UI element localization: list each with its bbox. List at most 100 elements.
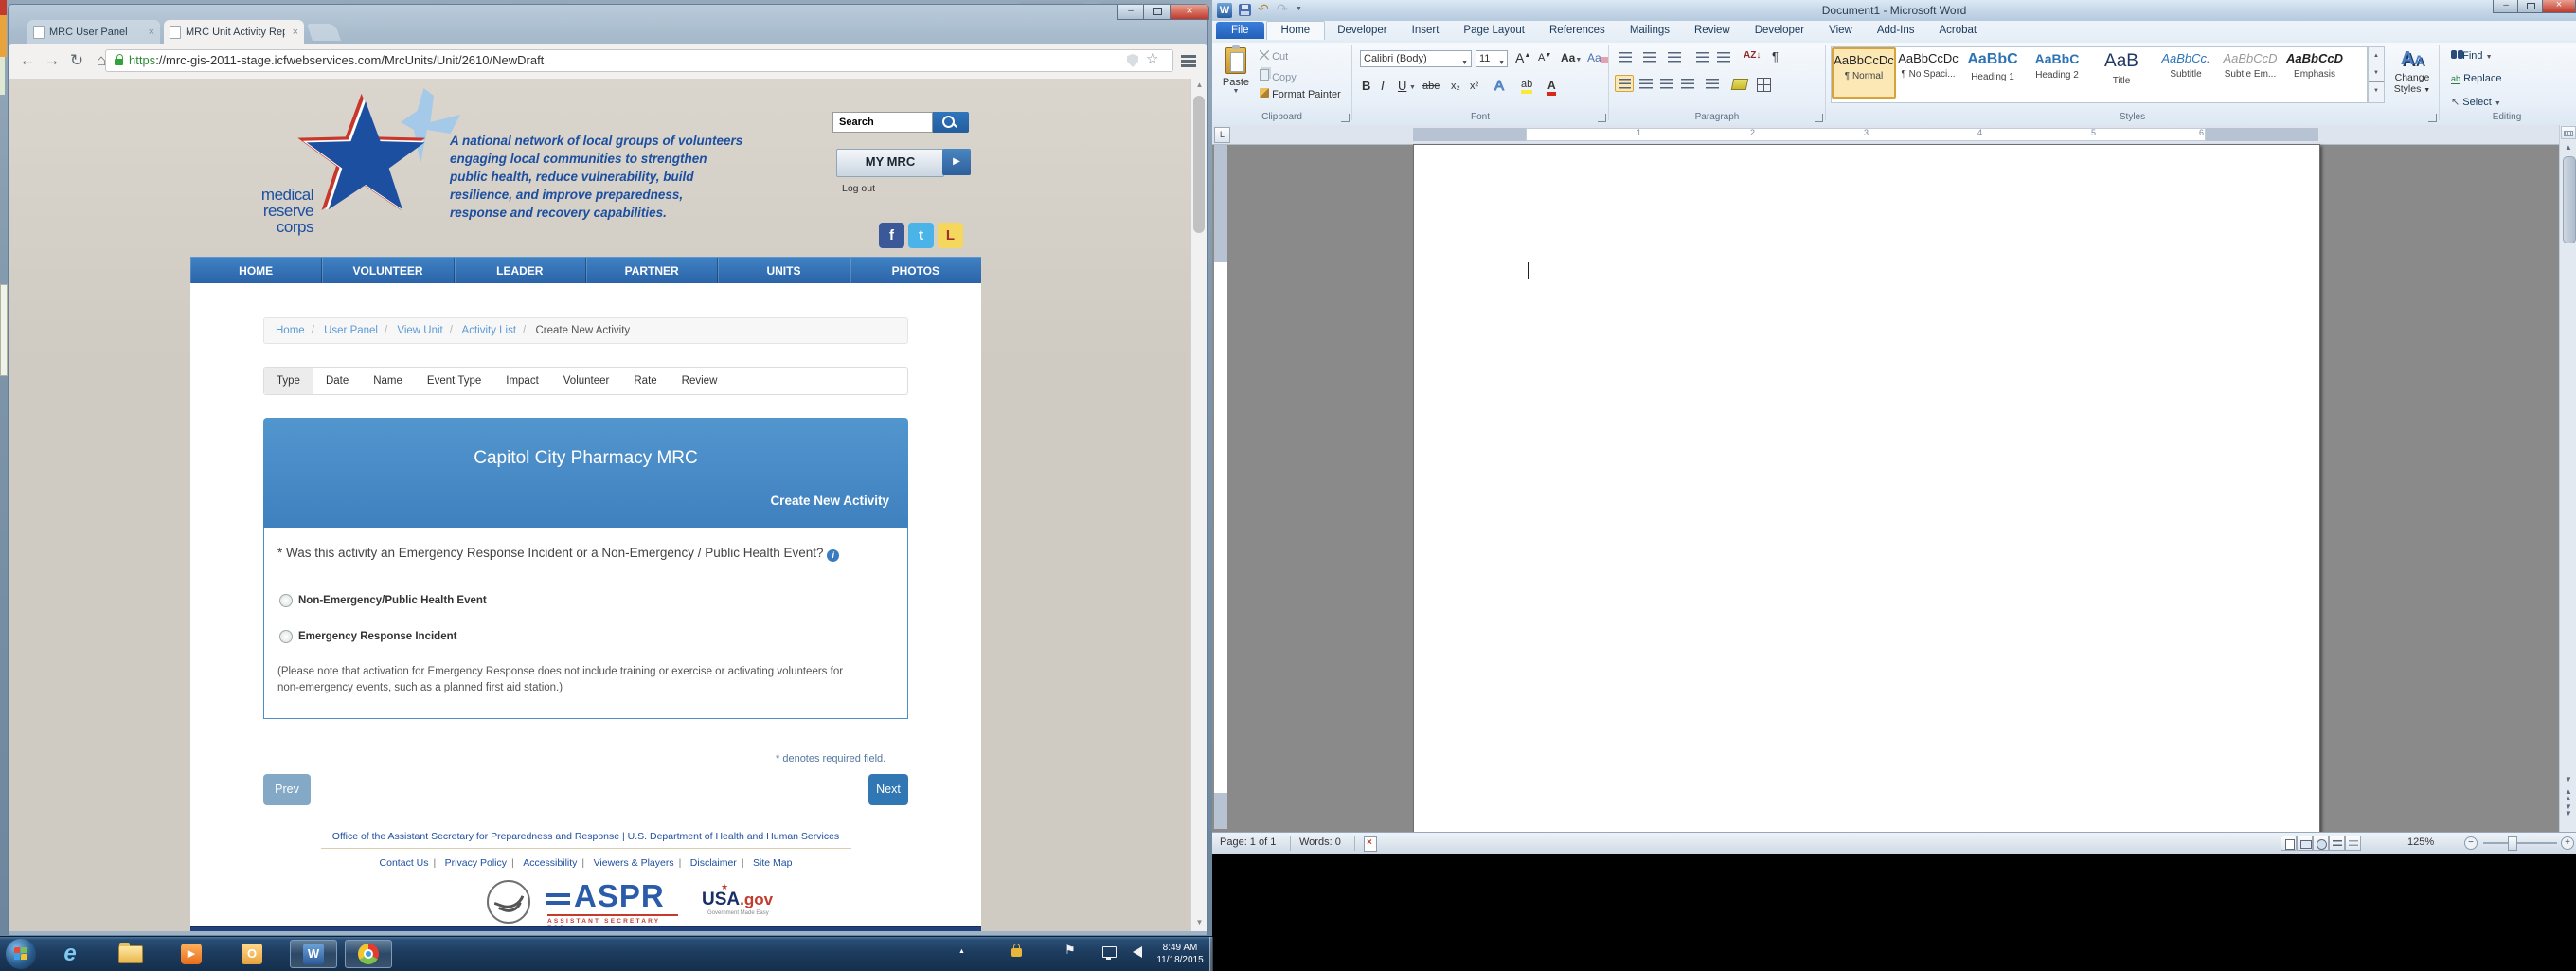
step-tab-rate[interactable]: Rate	[621, 368, 669, 394]
ribbon-tab-home[interactable]: Home	[1265, 21, 1326, 40]
view-draft-button[interactable]	[2345, 836, 2361, 851]
next-page-button[interactable]: ▼ ▼	[2561, 803, 2576, 818]
clipboard-dialog-launcher[interactable]	[1341, 114, 1350, 122]
ruler-left-margin[interactable]	[1413, 128, 1526, 141]
tray-network-icon[interactable]	[1102, 946, 1117, 960]
scroll-down-arrow[interactable]: ▼	[2561, 773, 2576, 786]
nav-item-home[interactable]: HOME	[190, 258, 323, 284]
ribbon-tab-developer-1[interactable]: Developer	[1325, 21, 1399, 40]
horizontal-ruler[interactable]: L 1 2 3 4 5 6	[1212, 125, 2576, 145]
logout-link[interactable]: Log out	[842, 183, 875, 194]
start-button[interactable]	[6, 939, 36, 969]
breadcrumb-view-unit[interactable]: View Unit	[397, 325, 442, 336]
ribbon-tab-view[interactable]: View	[1816, 21, 1865, 40]
gallery-down-icon[interactable]: ▼	[2369, 64, 2384, 81]
ribbon-tab-developer-2[interactable]: Developer	[1743, 21, 1816, 40]
facebook-icon[interactable]: f	[879, 223, 904, 248]
align-right-icon[interactable]	[1660, 79, 1673, 90]
multilevel-list-icon[interactable]	[1668, 52, 1681, 63]
chrome-menu-button[interactable]	[1181, 55, 1196, 58]
usagov-logo[interactable]: ★ USA.gov Government Made Easy	[702, 882, 796, 916]
replace-button[interactable]: ab Replace	[2451, 73, 2501, 84]
underline-caret-icon[interactable]: ▼	[1409, 84, 1416, 91]
style-no-spacing[interactable]: AaBbCcDc ¶ No Spaci...	[1896, 47, 1960, 99]
prev-button[interactable]: Prev	[263, 774, 311, 805]
tray-volume-icon[interactable]	[1133, 946, 1142, 958]
window-minimize-button[interactable]: –	[1117, 5, 1145, 20]
back-button[interactable]: ←	[16, 49, 39, 72]
font-name-combobox[interactable]: Calibri (Body) ▼	[1360, 50, 1472, 67]
footer-link-sitemap[interactable]: Site Map	[753, 857, 792, 869]
ribbon-tab-file[interactable]: File	[1216, 22, 1264, 39]
zoom-slider-thumb[interactable]	[2508, 836, 2517, 851]
text-effects-button[interactable]: A	[1494, 78, 1504, 95]
word-maximize-button[interactable]	[2517, 0, 2544, 13]
style-emphasis[interactable]: AaBbCcD Emphasis	[2282, 47, 2347, 99]
taskbar-outlook-icon[interactable]: O	[231, 940, 273, 968]
browser-tab-inactive[interactable]: MRC User Panel ×	[27, 20, 160, 44]
ribbon-tab-mailings[interactable]: Mailings	[1618, 21, 1682, 40]
page-count[interactable]: Page: 1 of 1	[1220, 836, 1276, 848]
scroll-up-arrow[interactable]: ▲	[1191, 81, 1208, 89]
document-scrollbar[interactable]: ▲ ▼ ▲ ▲ ▼ ▼	[2559, 125, 2576, 832]
window-close-button[interactable]: ×	[1170, 5, 1209, 20]
font-dialog-launcher[interactable]	[1598, 114, 1606, 122]
show-paragraph-marks-icon[interactable]: ¶	[1772, 49, 1779, 63]
styles-gallery-scroll[interactable]: ▲ ▼ ▼	[2368, 46, 2385, 103]
shield-icon[interactable]	[1127, 54, 1138, 67]
change-case-button[interactable]: Aa▼	[1561, 51, 1582, 64]
taskbar-ie-icon[interactable]: e	[49, 940, 91, 968]
ribbon-tab-acrobat[interactable]: Acrobat	[1927, 21, 1990, 40]
grow-font-button[interactable]: A▲	[1515, 50, 1530, 65]
breadcrumb-user-panel[interactable]: User Panel	[324, 325, 378, 336]
step-tab-type[interactable]: Type	[264, 368, 313, 394]
ribbon-tab-insert[interactable]: Insert	[1400, 21, 1452, 40]
ribbon-tab-addins[interactable]: Add-Ins	[1865, 21, 1927, 40]
style-normal[interactable]: AaBbCcDc ¶ Normal	[1832, 47, 1896, 99]
word-close-button[interactable]: ×	[2542, 0, 2576, 13]
next-button[interactable]: Next	[868, 774, 908, 805]
style-title[interactable]: AaB Title	[2089, 47, 2154, 99]
line-spacing-icon[interactable]	[1706, 79, 1719, 90]
borders-icon[interactable]	[1757, 78, 1771, 92]
vertical-ruler[interactable]	[1214, 145, 1227, 829]
radio-label-emergency[interactable]: Emergency Response Incident	[298, 631, 456, 642]
bold-button[interactable]: B	[1362, 79, 1370, 93]
view-fullscreen-button[interactable]	[2297, 836, 2313, 851]
bullet-list-icon[interactable]	[1619, 52, 1632, 63]
ruler-right-margin[interactable]	[2206, 128, 2318, 141]
increase-indent-icon[interactable]	[1717, 52, 1730, 63]
radio-non-emergency[interactable]	[279, 594, 293, 607]
numbered-list-icon[interactable]	[1643, 52, 1656, 63]
format-painter-button[interactable]: Format Painter	[1260, 88, 1341, 100]
select-button[interactable]: ↖ Select ▼	[2451, 96, 2501, 108]
footer-link-accessibility[interactable]: Accessibility	[523, 857, 577, 869]
font-color-button[interactable]: A	[1547, 79, 1556, 96]
style-subtle-emphasis[interactable]: AaBbCcD Subtle Em...	[2218, 47, 2282, 99]
style-heading1[interactable]: AaBbC Heading 1	[1960, 47, 2025, 99]
step-tab-event-type[interactable]: Event Type	[415, 368, 493, 394]
view-outline-button[interactable]	[2329, 836, 2345, 851]
step-tab-impact[interactable]: Impact	[493, 368, 551, 394]
mrc-logo[interactable]	[297, 88, 470, 254]
ribbon-tab-review[interactable]: Review	[1682, 21, 1743, 40]
gallery-up-icon[interactable]: ▲	[2369, 47, 2384, 64]
nav-item-leader[interactable]: LEADER	[455, 258, 586, 284]
listserv-icon[interactable]: L	[938, 223, 963, 248]
nav-item-units[interactable]: UNITS	[718, 258, 850, 284]
paste-button[interactable]: Paste ▼	[1218, 45, 1254, 112]
view-web-layout-button[interactable]	[2313, 836, 2329, 851]
address-bar[interactable]: https://mrc-gis-2011-stage.icfwebservice…	[105, 49, 1173, 72]
ribbon-tab-page-layout[interactable]: Page Layout	[1451, 21, 1537, 40]
radio-label-non-emergency[interactable]: Non-Emergency/Public Health Event	[298, 595, 487, 606]
zoom-out-button[interactable]: −	[2464, 836, 2478, 850]
footer-link-disclaimer[interactable]: Disclaimer	[690, 857, 737, 869]
twitter-icon[interactable]: t	[908, 223, 934, 248]
justify-icon[interactable]	[1681, 79, 1694, 90]
clear-formatting-button[interactable]: Aa	[1587, 51, 1608, 64]
scroll-down-arrow[interactable]: ▼	[1191, 918, 1208, 926]
taskbar-word-button[interactable]: W	[290, 940, 337, 968]
tray-show-hidden-icons[interactable]: ▲	[958, 948, 965, 955]
scrollbar-thumb[interactable]	[2563, 156, 2576, 243]
step-tab-name[interactable]: Name	[361, 368, 415, 394]
